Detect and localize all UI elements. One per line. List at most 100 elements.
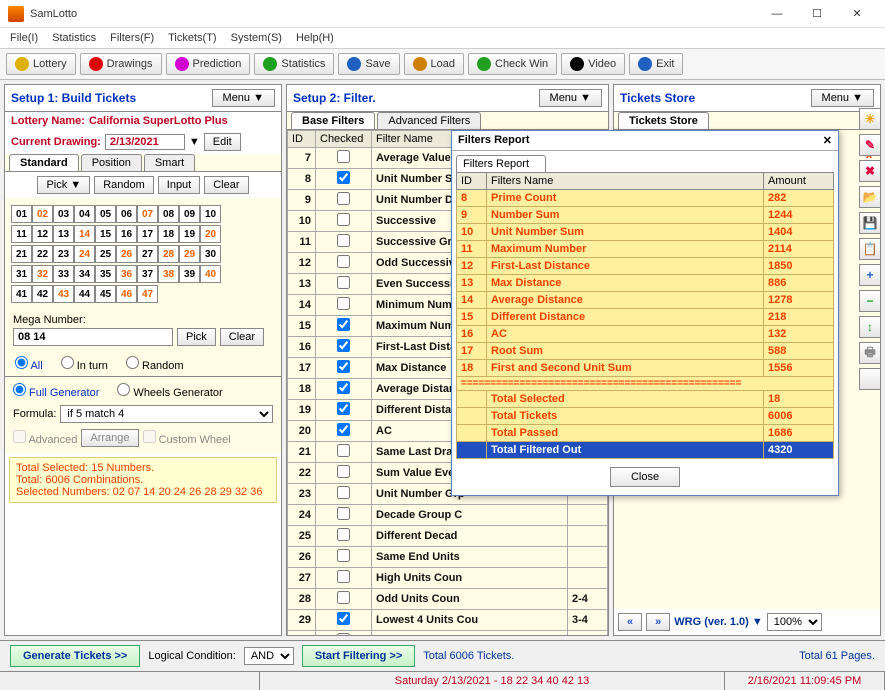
- number-23[interactable]: 23: [53, 245, 74, 263]
- filter-row[interactable]: 28Odd Units Coun2-4: [288, 589, 608, 610]
- filter-check[interactable]: [337, 381, 350, 394]
- number-11[interactable]: 11: [11, 225, 32, 243]
- formula-select[interactable]: if 5 match 4: [60, 405, 273, 423]
- number-44[interactable]: 44: [74, 285, 95, 303]
- filter-check[interactable]: [337, 633, 350, 635]
- radio-wheels-generator[interactable]: Wheels Generator: [117, 383, 222, 399]
- number-15[interactable]: 15: [95, 225, 116, 243]
- toolbar-lottery[interactable]: Lottery: [6, 53, 76, 75]
- number-33[interactable]: 33: [53, 265, 74, 283]
- number-45[interactable]: 45: [95, 285, 116, 303]
- number-22[interactable]: 22: [32, 245, 53, 263]
- number-6[interactable]: 06: [116, 205, 137, 223]
- side-tool-1[interactable]: ✎: [859, 134, 881, 156]
- side-tool-7[interactable]: −: [859, 290, 881, 312]
- number-37[interactable]: 37: [137, 265, 158, 283]
- menu-item[interactable]: Filters(F): [110, 32, 154, 44]
- filter-row[interactable]: 26Same End Units: [288, 547, 608, 568]
- modal-tab[interactable]: Filters Report: [456, 155, 546, 172]
- mega-pick-button[interactable]: Pick: [177, 328, 216, 346]
- filter-check[interactable]: [337, 150, 350, 163]
- radio-full-generator[interactable]: Full Generator: [13, 383, 99, 399]
- nav-prev-button[interactable]: «: [618, 613, 642, 631]
- number-8[interactable]: 08: [158, 205, 179, 223]
- number-27[interactable]: 27: [137, 245, 158, 263]
- radio-in-turn[interactable]: In turn: [61, 356, 108, 372]
- filter-check[interactable]: [337, 318, 350, 331]
- drawing-date-input[interactable]: 2/13/2021: [105, 134, 185, 150]
- number-32[interactable]: 32: [32, 265, 53, 283]
- number-7[interactable]: 07: [137, 205, 158, 223]
- number-26[interactable]: 26: [116, 245, 137, 263]
- tab-tickets-store[interactable]: Tickets Store: [618, 112, 709, 129]
- number-47[interactable]: 47: [137, 285, 158, 303]
- number-25[interactable]: 25: [95, 245, 116, 263]
- number-13[interactable]: 13: [53, 225, 74, 243]
- modal-close-icon[interactable]: ✕: [823, 134, 832, 147]
- filter-row[interactable]: 30Successive Paired0-2: [288, 631, 608, 636]
- logical-condition-select[interactable]: AND: [244, 647, 294, 665]
- filter-check[interactable]: [337, 591, 350, 604]
- tab-position[interactable]: Position: [81, 154, 142, 171]
- setup1-menu-button[interactable]: Menu ▼: [212, 89, 275, 107]
- menu-item[interactable]: File(I): [10, 32, 38, 44]
- number-38[interactable]: 38: [158, 265, 179, 283]
- nav-next-button[interactable]: »: [646, 613, 670, 631]
- filter-check[interactable]: [337, 549, 350, 562]
- number-3[interactable]: 03: [53, 205, 74, 223]
- filter-row[interactable]: 27High Units Coun: [288, 568, 608, 589]
- tab-smart[interactable]: Smart: [144, 154, 195, 171]
- mega-input[interactable]: [13, 328, 173, 346]
- mega-clear-button[interactable]: Clear: [220, 328, 264, 346]
- filter-check[interactable]: [337, 339, 350, 352]
- tab-base-filters[interactable]: Base Filters: [291, 112, 375, 129]
- side-tool-4[interactable]: 💾: [859, 212, 881, 234]
- toolbar-save[interactable]: Save: [338, 53, 399, 75]
- side-tool-6[interactable]: +: [859, 264, 881, 286]
- menu-item[interactable]: Tickets(T): [168, 32, 216, 44]
- menu-item[interactable]: System(S): [231, 32, 282, 44]
- number-34[interactable]: 34: [74, 265, 95, 283]
- number-4[interactable]: 04: [74, 205, 95, 223]
- number-30[interactable]: 30: [200, 245, 221, 263]
- wrg-label[interactable]: WRG (ver. 1.0) ▼: [674, 616, 763, 628]
- close-button[interactable]: ✕: [837, 0, 877, 28]
- number-1[interactable]: 01: [11, 205, 32, 223]
- number-5[interactable]: 05: [95, 205, 116, 223]
- number-42[interactable]: 42: [32, 285, 53, 303]
- number-43[interactable]: 43: [53, 285, 74, 303]
- advanced-check[interactable]: Advanced: [13, 430, 77, 446]
- side-tool-5[interactable]: 📋: [859, 238, 881, 260]
- number-21[interactable]: 21: [11, 245, 32, 263]
- dropdown-icon[interactable]: ▼: [189, 136, 200, 148]
- number-29[interactable]: 29: [179, 245, 200, 263]
- filter-check[interactable]: [337, 570, 350, 583]
- number-46[interactable]: 46: [116, 285, 137, 303]
- number-19[interactable]: 19: [179, 225, 200, 243]
- radio-all[interactable]: All: [15, 356, 43, 372]
- number-35[interactable]: 35: [95, 265, 116, 283]
- number-31[interactable]: 31: [11, 265, 32, 283]
- number-24[interactable]: 24: [74, 245, 95, 263]
- number-41[interactable]: 41: [11, 285, 32, 303]
- side-tool-8[interactable]: ↕: [859, 316, 881, 338]
- filter-check[interactable]: [337, 402, 350, 415]
- filter-check[interactable]: [337, 297, 350, 310]
- number-36[interactable]: 36: [116, 265, 137, 283]
- filter-check[interactable]: [337, 360, 350, 373]
- filter-row[interactable]: 24Decade Group C: [288, 505, 608, 526]
- toolbar-exit[interactable]: Exit: [629, 53, 683, 75]
- number-18[interactable]: 18: [158, 225, 179, 243]
- filter-check[interactable]: [337, 507, 350, 520]
- arrange-button[interactable]: Arrange: [81, 429, 138, 447]
- filter-check[interactable]: [337, 255, 350, 268]
- filter-check[interactable]: [337, 444, 350, 457]
- modal-close-button[interactable]: Close: [610, 467, 680, 487]
- filter-row[interactable]: 25Different Decad: [288, 526, 608, 547]
- menu-item[interactable]: Help(H): [296, 32, 334, 44]
- clear-button[interactable]: Clear: [204, 176, 248, 194]
- random-button[interactable]: Random: [94, 176, 154, 194]
- toolbar-statistics[interactable]: Statistics: [254, 53, 334, 75]
- filter-check[interactable]: [337, 612, 350, 625]
- number-28[interactable]: 28: [158, 245, 179, 263]
